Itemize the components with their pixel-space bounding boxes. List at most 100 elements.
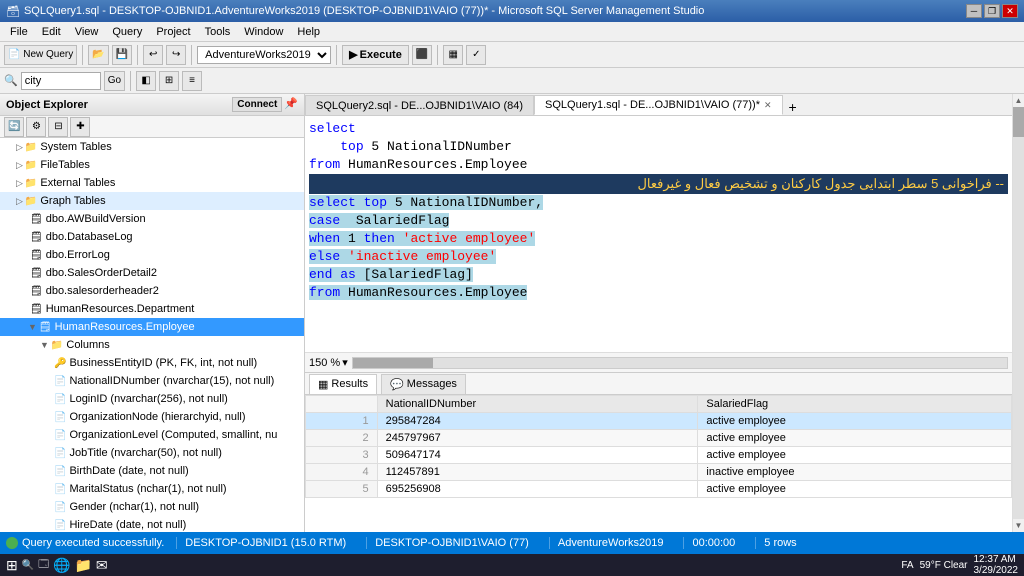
tree-node-label: dbo.SalesOrderDetail2	[46, 267, 157, 279]
search-input[interactable]	[21, 72, 101, 90]
messages-icon: 💬	[390, 378, 404, 391]
oe-filter-btn[interactable]: ⚙	[26, 117, 46, 137]
tree-item[interactable]: ▷📁Graph Tables	[0, 192, 304, 210]
minimize-button[interactable]: ─	[966, 4, 982, 18]
explorer-icon[interactable]: 📁	[74, 557, 91, 574]
tree-node-label: dbo.ErrorLog	[46, 249, 110, 261]
tb2-btn1[interactable]: ◧	[136, 71, 156, 91]
menu-file[interactable]: File	[4, 24, 34, 40]
tree-node-icon: 📁	[25, 178, 37, 189]
menu-edit[interactable]: Edit	[36, 24, 67, 40]
tree-node-label: JobTitle (nvarchar(50), not null)	[69, 447, 221, 459]
oe-refresh-btn[interactable]: 🔄	[4, 117, 24, 137]
tree-item[interactable]: 📄LoginID (nvarchar(256), not null)	[0, 390, 304, 408]
menu-project[interactable]: Project	[150, 24, 196, 40]
execute-button[interactable]: ▶ Execute	[342, 45, 409, 65]
menu-tools[interactable]: Tools	[199, 24, 237, 40]
windows-taskbar: ⊞ 🔍 🗔 🌐 📁 ✉ FA 59°F Clear 12:37 AM 3/29/…	[0, 554, 1024, 576]
zoom-control[interactable]: 150 % ▾	[309, 356, 348, 369]
tree-node-icon: 🗒	[30, 250, 43, 261]
tree-node-label: Columns	[66, 339, 109, 351]
redo-btn[interactable]: ↪	[166, 45, 186, 65]
tree-item[interactable]: ▷📁FileTables	[0, 156, 304, 174]
tree-item[interactable]: 📄OrganizationNode (hierarchyid, null)	[0, 408, 304, 426]
main-layout: Object Explorer Connect 📌 🔄 ⚙ ⊟ ✚ ▷📁Syst…	[0, 94, 1024, 532]
tree-node-label: HumanResources.Department	[46, 303, 195, 315]
tree-item[interactable]: ▷📁External Tables	[0, 174, 304, 192]
connect-button[interactable]: Connect	[232, 97, 282, 112]
tree-item[interactable]: 🗒HumanResources.Department	[0, 300, 304, 318]
start-icon[interactable]: ⊞	[6, 557, 18, 574]
expand-icon[interactable]: ▷	[16, 196, 23, 207]
tree-node-label: Graph Tables	[40, 195, 105, 207]
table-row: 3509647174active employee	[306, 447, 1012, 464]
restore-button[interactable]: ❐	[984, 4, 1000, 18]
scroll-up-arrow[interactable]: ▲	[1013, 94, 1024, 107]
task-view-icon[interactable]: 🗔	[38, 557, 49, 574]
right-scrollbar[interactable]: ▲ ▼	[1012, 94, 1024, 532]
expand-icon[interactable]: ▷	[16, 178, 23, 189]
mail-icon[interactable]: ✉	[96, 557, 108, 574]
expand-icon[interactable]: ▷	[16, 160, 23, 171]
cell-nationalid: 695256908	[377, 481, 698, 498]
oe-new-btn[interactable]: ✚	[70, 117, 90, 137]
tb2-btn2[interactable]: ⊞	[159, 71, 179, 91]
tree-item[interactable]: 🗒dbo.salesorderheader2	[0, 282, 304, 300]
search-taskbar-icon[interactable]: 🔍	[22, 560, 34, 571]
menu-query[interactable]: Query	[106, 24, 148, 40]
tree-item[interactable]: ▷📁System Tables	[0, 138, 304, 156]
tree-node-icon: 📄	[54, 520, 66, 531]
tree-item[interactable]: 📄OrganizationLevel (Computed, smallint, …	[0, 426, 304, 444]
edge-icon[interactable]: 🌐	[53, 557, 70, 574]
menu-view[interactable]: View	[69, 24, 105, 40]
tab1-close-icon[interactable]: ✕	[764, 100, 772, 111]
sql-editor[interactable]: select top 5 NationalIDNumber from Human…	[305, 116, 1012, 352]
db-selector[interactable]: AdventureWorks2019	[197, 46, 331, 64]
results-btn[interactable]: ▦	[443, 45, 463, 65]
tab-query2[interactable]: SQLQuery2.sql - DE...OJBNID1\VAIO (84)	[305, 95, 534, 115]
open-btn[interactable]: 📂	[88, 45, 108, 65]
tree-item[interactable]: 🗒dbo.DatabaseLog	[0, 228, 304, 246]
tree-item[interactable]: 🗒dbo.SalesOrderDetail2	[0, 264, 304, 282]
go-btn[interactable]: Go	[104, 71, 125, 91]
expand-icon[interactable]: ▼	[28, 322, 37, 332]
sql-line-7: when 1 then 'active employee'	[309, 230, 1008, 248]
tree-item[interactable]: 📄BirthDate (date, not null)	[0, 462, 304, 480]
parse-btn[interactable]: ✓	[466, 45, 486, 65]
expand-icon[interactable]: ▼	[40, 340, 49, 350]
tree-item[interactable]: 📄NationalIDNumber (nvarchar(15), not nul…	[0, 372, 304, 390]
messages-tab[interactable]: 💬 Messages	[381, 374, 466, 394]
save-btn[interactable]: 💾	[112, 45, 132, 65]
sql-line-1: select	[309, 120, 1008, 138]
tab-query1[interactable]: SQLQuery1.sql - DE...OJBNID1\VAIO (77))*…	[534, 95, 783, 115]
tree-item[interactable]: 📄MaritalStatus (nchar(1), not null)	[0, 480, 304, 498]
horizontal-scrollbar[interactable]	[352, 357, 1008, 369]
tree-item[interactable]: 📄JobTitle (nvarchar(50), not null)	[0, 444, 304, 462]
tree-item[interactable]: 📄Gender (nchar(1), not null)	[0, 498, 304, 516]
data-table: NationalIDNumber SalariedFlag 1295847284…	[305, 395, 1012, 498]
tree-item[interactable]: 🔑BusinessEntityID (PK, FK, int, not null…	[0, 354, 304, 372]
oe-pin-icon[interactable]: 📌	[284, 97, 298, 112]
tree-item[interactable]: 🗒dbo.ErrorLog	[0, 246, 304, 264]
status-connection: DESKTOP-OJBNID1\VAIO (77)	[366, 537, 537, 549]
tree-item[interactable]: 📄HireDate (date, not null)	[0, 516, 304, 532]
tree-item[interactable]: 🗒dbo.AWBuildVersion	[0, 210, 304, 228]
oe-collapse-btn[interactable]: ⊟	[48, 117, 68, 137]
stop-btn[interactable]: ⬛	[412, 45, 432, 65]
results-tab[interactable]: ▦ Results	[309, 374, 377, 394]
new-query-btn[interactable]: 📄 New Query	[4, 45, 77, 65]
tree-node-icon: 🗒	[30, 214, 43, 225]
tb2-btn3[interactable]: ≡	[182, 71, 202, 91]
menu-help[interactable]: Help	[291, 24, 326, 40]
close-button[interactable]: ✕	[1002, 4, 1018, 18]
results-tabs: ▦ Results 💬 Messages	[305, 373, 1012, 395]
expand-icon[interactable]: ▷	[16, 142, 23, 153]
tree-item[interactable]: ▼🗒HumanResources.Employee	[0, 318, 304, 336]
scroll-down-arrow[interactable]: ▼	[1013, 519, 1024, 532]
undo-btn[interactable]: ↩	[143, 45, 163, 65]
taskbar-time: 12:37 AM 3/29/2022	[974, 554, 1019, 576]
tab-add-button[interactable]: +	[783, 99, 803, 115]
tree-node-label: MaritalStatus (nchar(1), not null)	[69, 483, 226, 495]
menu-window[interactable]: Window	[238, 24, 289, 40]
tree-item[interactable]: ▼📁Columns	[0, 336, 304, 354]
